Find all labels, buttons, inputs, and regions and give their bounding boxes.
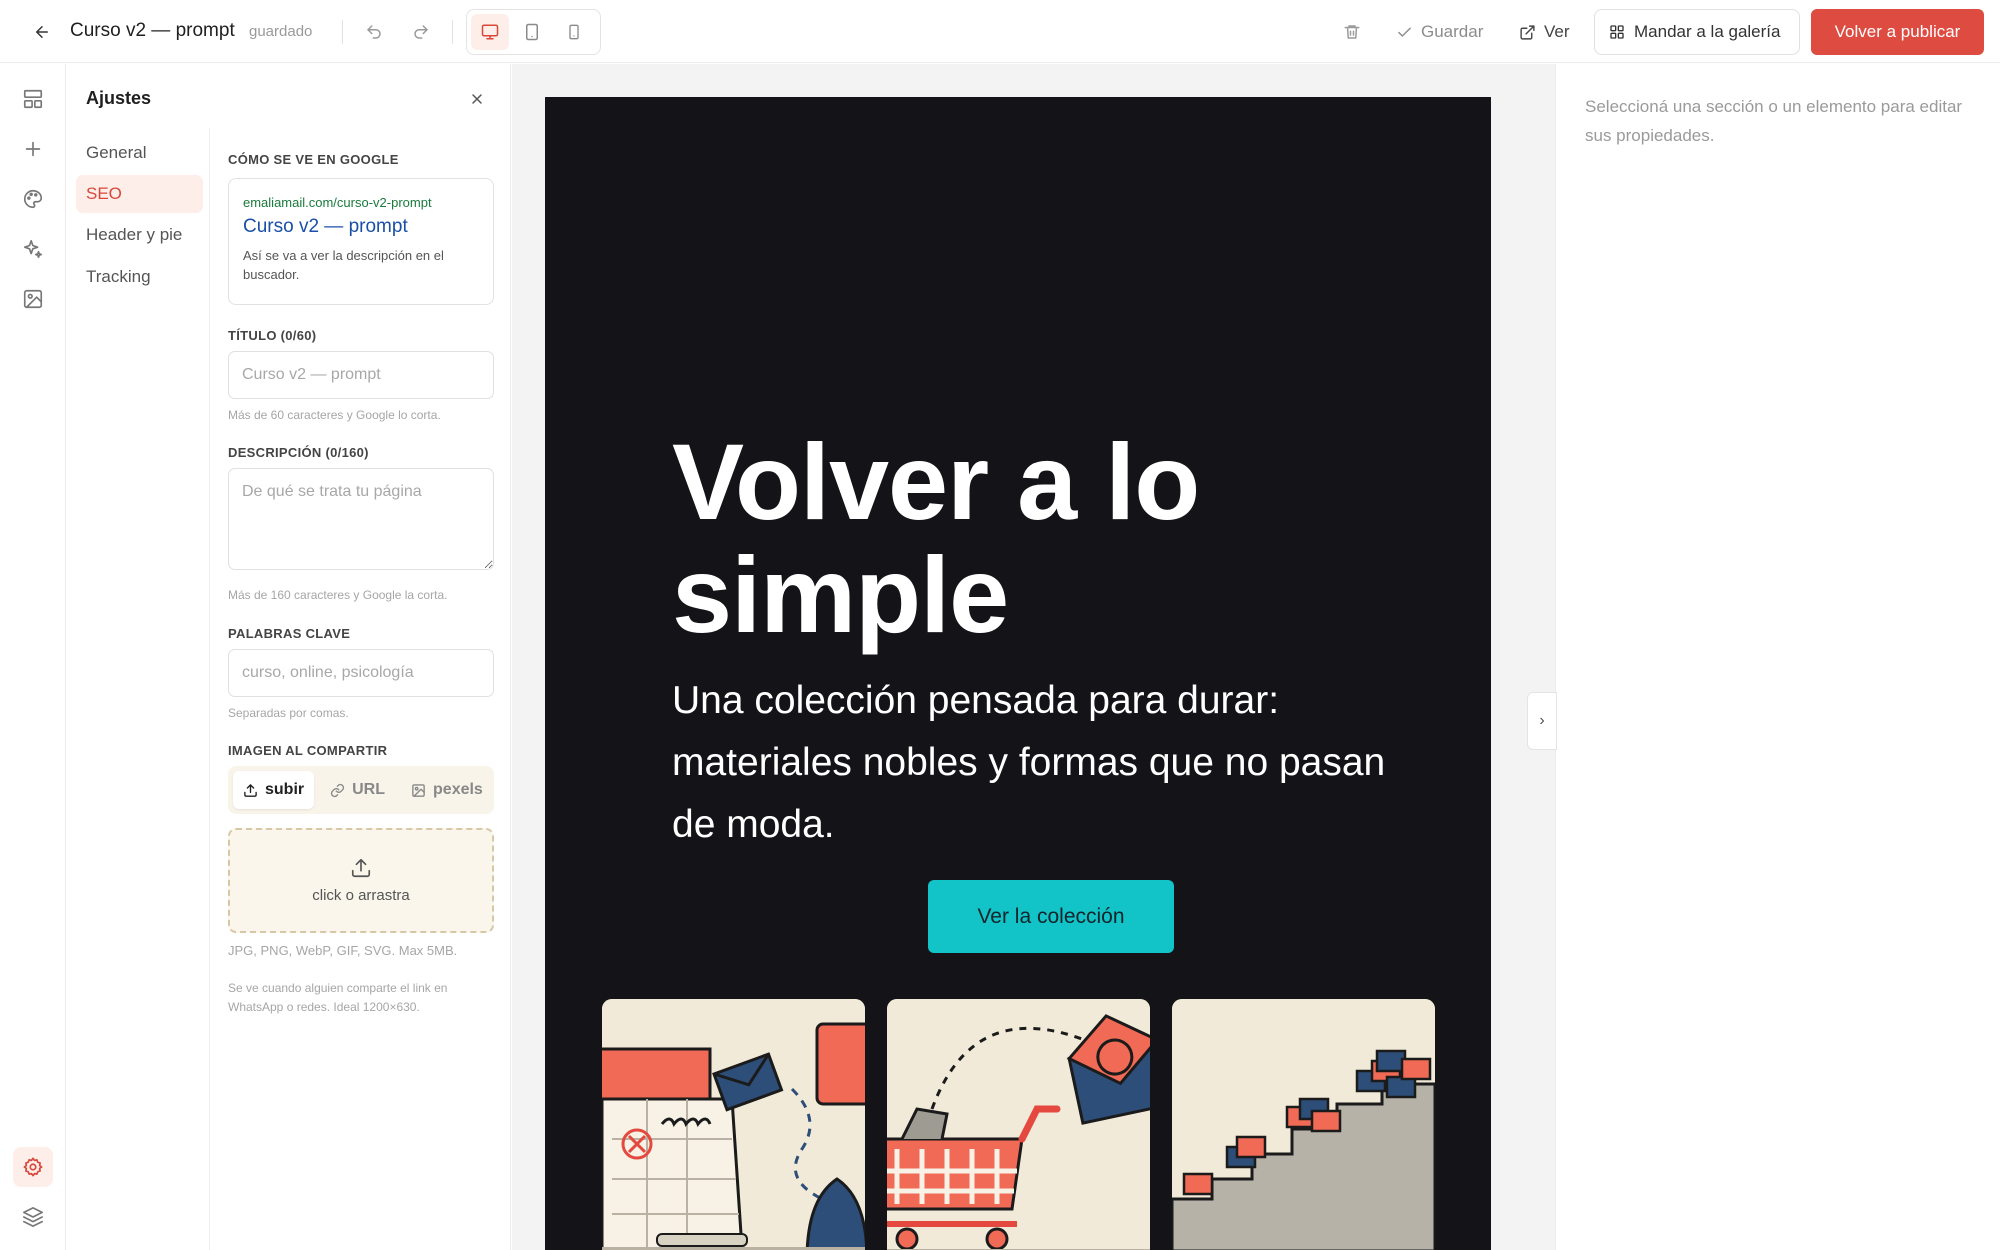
- share-image-label: IMAGEN AL COMPARTIR: [228, 743, 388, 758]
- collapse-properties-button[interactable]: ›: [1527, 692, 1557, 750]
- image-icon: [412, 783, 425, 797]
- editor-canvas: Volver a lo simple Una colección pensada…: [512, 64, 1557, 1250]
- title-field-label: TÍTULO (0/60): [228, 328, 317, 343]
- undo-icon: [367, 25, 381, 39]
- monitor-icon: [481, 24, 499, 40]
- desktop-view-button[interactable]: [471, 14, 509, 50]
- image-tab-pexels[interactable]: pexels: [401, 771, 493, 809]
- google-preview-title: Curso v2 — prompt: [243, 216, 408, 237]
- image-tab-url-label: URL: [352, 781, 386, 798]
- external-link-icon: [1520, 24, 1535, 40]
- google-preview-url: emaliamail.com/curso-v2-prompt: [243, 195, 432, 210]
- redo-button[interactable]: [404, 15, 438, 49]
- seo-title-input[interactable]: [228, 351, 494, 399]
- settings-nav-divider: [209, 128, 210, 1250]
- upload-icon: [351, 858, 371, 878]
- device-switcher: [466, 9, 601, 55]
- top-toolbar: Curso v2 — prompt guardado Guardar Ver M…: [0, 0, 2000, 63]
- sections-button[interactable]: [13, 79, 53, 119]
- image-dropzone[interactable]: click o arrastra: [228, 828, 494, 933]
- image-tab-upload[interactable]: subir: [233, 771, 315, 809]
- properties-panel: Seleccioná una sección o un elemento par…: [1557, 64, 2000, 1250]
- hero-cta-button[interactable]: Ver la colección: [928, 880, 1174, 953]
- image-formats-hint: JPG, PNG, WebP, GIF, SVG. Max 5MB.: [228, 943, 458, 958]
- tablet-view-button[interactable]: [513, 14, 551, 50]
- hero-subtitle[interactable]: Una colección pensada para durar: materi…: [672, 670, 1392, 856]
- ai-assistant-button[interactable]: [13, 229, 53, 269]
- description-field-label: DESCRIPCIÓN (0/160): [228, 445, 369, 460]
- image-icon: [23, 289, 43, 309]
- image-tab-upload-label: subir: [265, 781, 305, 798]
- cart-envelope-illustration: [887, 999, 1150, 1250]
- smartphone-icon: [569, 24, 579, 40]
- settings-nav-tracking[interactable]: Tracking: [76, 258, 203, 296]
- check-icon: [1398, 27, 1411, 37]
- media-button[interactable]: [13, 279, 53, 319]
- image-tab-pexels-label: pexels: [433, 781, 483, 798]
- layers-icon: [23, 1207, 43, 1227]
- trash-icon: [1344, 25, 1360, 39]
- undo-button[interactable]: [357, 15, 391, 49]
- image-tab-url[interactable]: URL: [320, 771, 395, 809]
- layout-icon: [23, 89, 43, 109]
- view-button-label: Ver: [1544, 22, 1570, 41]
- description-field-hint: Más de 160 caracteres y Google la corta.: [228, 588, 448, 602]
- seo-keywords-input[interactable]: [228, 649, 494, 697]
- settings-nav-seo[interactable]: SEO: [76, 175, 203, 213]
- sparkles-icon: [23, 239, 43, 259]
- save-button[interactable]: Guardar: [1396, 16, 1483, 48]
- send-to-gallery-button[interactable]: Mandar a la galería: [1594, 9, 1800, 55]
- left-icon-rail: [0, 64, 66, 1250]
- settings-button[interactable]: [13, 1147, 53, 1187]
- back-button[interactable]: [26, 16, 58, 48]
- close-icon: [472, 94, 482, 104]
- stairs-envelopes-illustration: [1172, 999, 1435, 1250]
- hero-section[interactable]: Volver a lo simple Una colección pensada…: [545, 97, 1491, 1250]
- toolbar-divider: [342, 20, 343, 44]
- grid-icon: [1610, 25, 1624, 39]
- google-preview-card: emaliamail.com/curso-v2-prompt Curso v2 …: [228, 178, 494, 305]
- send-to-gallery-label: Mandar a la galería: [1634, 22, 1781, 41]
- add-element-button[interactable]: [13, 129, 53, 169]
- save-status: guardado: [249, 23, 313, 40]
- save-button-label: Guardar: [1421, 22, 1484, 41]
- toolbar-divider: [452, 20, 453, 44]
- share-image-usage-hint: Se ve cuando alguien comparte el link en…: [228, 981, 448, 1014]
- image-source-tabs: subir URL pexels c: [228, 766, 494, 814]
- layers-button[interactable]: [13, 1197, 53, 1237]
- tablet-icon: [526, 23, 538, 41]
- settings-panel-title: Ajustes: [86, 88, 152, 108]
- seo-description-textarea[interactable]: [228, 468, 494, 570]
- keywords-field-hint: Separadas por comas.: [228, 706, 349, 720]
- illustration-card-cart[interactable]: [887, 999, 1150, 1250]
- settings-nav-general[interactable]: General: [76, 134, 203, 172]
- redo-icon: [414, 25, 428, 39]
- properties-empty-state: Seleccioná una sección o un elemento par…: [1585, 97, 1963, 145]
- arrow-left-icon: [36, 26, 48, 38]
- settings-nav-header-footer[interactable]: Header y pie: [76, 216, 203, 254]
- dropzone-label: click o arrastra: [312, 887, 410, 904]
- settings-gear-icon: [23, 1157, 43, 1177]
- close-settings-button[interactable]: [462, 84, 492, 114]
- link-icon: [331, 783, 345, 797]
- theme-button[interactable]: [13, 179, 53, 219]
- settings-panel: Ajustes General SEO Header y pie Trackin…: [67, 64, 511, 1250]
- calendar-envelope-illustration: [602, 999, 865, 1250]
- google-preview-description: Así se va a ver la descripción en el bus…: [243, 248, 444, 282]
- hero-title[interactable]: Volver a lo simple: [672, 425, 1372, 651]
- view-button[interactable]: Ver: [1519, 16, 1570, 48]
- mobile-view-button[interactable]: [555, 14, 593, 50]
- upload-icon: [244, 783, 257, 797]
- delete-button[interactable]: [1335, 15, 1369, 49]
- palette-icon: [24, 189, 43, 209]
- plus-icon: [25, 141, 41, 157]
- illustration-card-calendar[interactable]: [602, 999, 865, 1250]
- title-field-hint: Más de 60 caracteres y Google lo corta.: [228, 408, 441, 422]
- document-title[interactable]: Curso v2 — prompt: [70, 20, 235, 42]
- google-preview-heading: CÓMO SE VE EN GOOGLE: [228, 152, 399, 167]
- illustration-card-stairs[interactable]: [1172, 999, 1435, 1250]
- republish-button[interactable]: Volver a publicar: [1811, 9, 1984, 55]
- keywords-field-label: PALABRAS CLAVE: [228, 626, 351, 641]
